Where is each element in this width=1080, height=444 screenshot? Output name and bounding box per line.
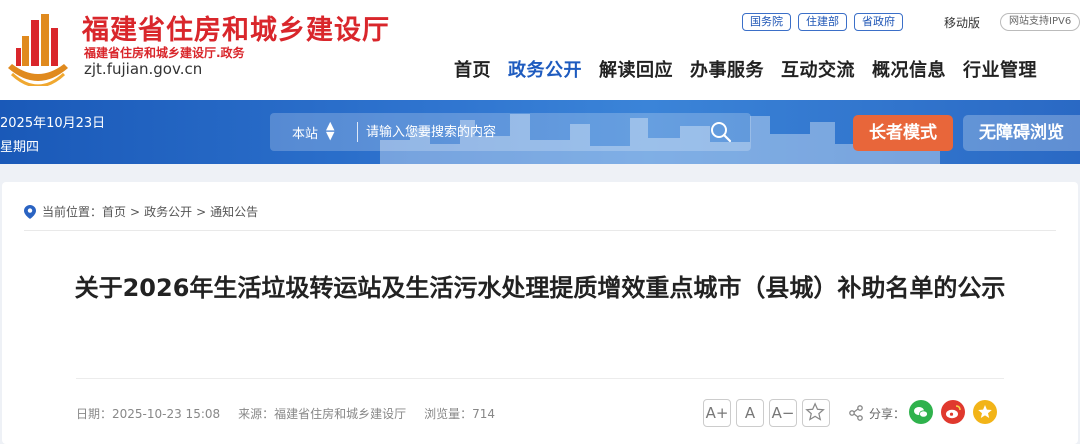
share-icon [849,405,863,421]
weibo-icon[interactable] [941,400,965,424]
font-normal-button[interactable]: A [736,399,764,427]
link-state-council[interactable]: 国务院 [742,13,791,31]
qzone-icon[interactable] [973,400,997,424]
search-bar: 本站 ▲ ▼ [270,113,751,151]
top-links: 国务院 住建部 省政府 [742,13,910,31]
share-label: 分享： [869,407,906,421]
breadcrumb-notices[interactable]: 通知公告 [210,203,258,220]
favorite-button[interactable] [802,399,830,427]
wechat-icon[interactable] [909,400,933,424]
updown-arrow-icon[interactable]: ▲ ▼ [326,120,334,141]
ipv6-badge: 网站支持IPV6 [1000,13,1080,31]
font-larger-button[interactable]: A+ [703,399,731,427]
search-scope-select[interactable]: 本站 [292,123,318,142]
search-input[interactable] [366,119,686,145]
nav-interaction[interactable]: 互动交流 [781,56,855,82]
search-divider [357,122,358,142]
article-title: 关于2026年生活垃圾转运站及生活污水处理提质增效重点城市（县城）补助名单的公示 [74,274,1006,302]
nav-overview[interactable]: 概况信息 [872,56,946,82]
site-domain: zjt.fujian.gov.cn [84,60,203,78]
breadcrumb: 当前位置： 首页 > 政务公开 > 通知公告 [24,203,258,220]
site-subtitle: 福建省住房和城乡建设厅.政务 [84,46,245,60]
breadcrumb-gov-affairs[interactable]: 政务公开 [144,203,192,220]
mobile-version-link[interactable]: 移动版 [944,14,980,31]
location-pin-icon [24,204,36,219]
nav-interpretation[interactable]: 解读回应 [599,56,673,82]
breadcrumb-separator: > [130,204,141,219]
breadcrumb-home[interactable]: 首页 [102,203,126,220]
site-emblem-icon[interactable] [4,10,72,86]
breadcrumb-divider [24,230,1056,231]
article-source: 来源：福建省住房和城乡建设厅 [238,407,407,421]
nav-industry[interactable]: 行业管理 [963,56,1037,82]
nav-home[interactable]: 首页 [454,56,491,82]
article-meta: 日期：2025-10-23 15:08 来源：福建省住房和城乡建设厅 浏览量：7… [76,405,513,422]
main-nav: 首页 政务公开 解读回应 办事服务 互动交流 概况信息 行业管理 [454,56,1054,82]
link-provincial-gov[interactable]: 省政府 [854,13,903,31]
star-icon [805,402,825,421]
nav-gov-affairs[interactable]: 政务公开 [508,56,582,82]
site-title[interactable]: 福建省住房和城乡建设厅 [82,8,390,47]
site-header: 福建省住房和城乡建设厅 福建省住房和城乡建设厅.政务 zjt.fujian.go… [0,0,1080,100]
link-ministry[interactable]: 住建部 [798,13,847,31]
font-smaller-button[interactable]: A− [769,399,797,427]
breadcrumb-separator: > [196,204,207,219]
elder-mode-button[interactable]: 长者模式 [853,115,953,151]
title-divider [76,378,1004,379]
accessibility-button[interactable]: 无障碍浏览 [963,115,1080,151]
search-banner: 2025年10月23日 星期四 本站 ▲▼ 长者模式 无障碍浏览 [0,100,1080,164]
current-weekday: 星期四 [0,140,40,155]
breadcrumb-prefix: 当前位置： [42,205,103,219]
publish-date: 日期：2025-10-23 15:08 [76,407,221,421]
search-icon[interactable] [710,121,732,143]
nav-services[interactable]: 办事服务 [690,56,764,82]
current-date: 2025年10月23日 [0,116,106,131]
view-count: 浏览量：714 [424,407,496,421]
